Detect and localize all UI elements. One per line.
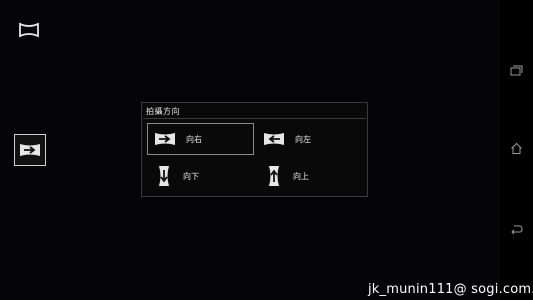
dialog-title: 拍攝方向 <box>146 107 180 116</box>
option-right-label: 向右 <box>186 134 202 144</box>
panorama-icon <box>19 22 39 38</box>
option-up[interactable]: 向上 <box>257 160 364 192</box>
panorama-mode-button[interactable] <box>18 22 40 38</box>
sweep-up-icon <box>269 166 279 186</box>
back-icon <box>511 225 523 235</box>
option-down[interactable]: 向下 <box>147 160 254 192</box>
system-navigation-bar <box>500 0 533 300</box>
sweep-direction-button[interactable] <box>14 134 46 166</box>
title-divider <box>143 118 366 119</box>
option-left[interactable]: 向左 <box>257 123 364 155</box>
option-left-label: 向左 <box>295 134 311 144</box>
shooting-direction-dialog: 拍攝方向 向右 向左 向下 向上 <box>141 102 368 197</box>
back-button[interactable] <box>510 223 523 236</box>
watermark-text: jk_munin111@ sogi.com.tw <box>368 282 533 297</box>
arrow-right-icon <box>20 144 40 156</box>
sweep-right-icon <box>155 133 175 145</box>
sweep-left-icon <box>264 133 284 145</box>
recent-apps-button[interactable] <box>510 64 523 77</box>
option-down-label: 向下 <box>183 171 199 181</box>
recent-apps-icon <box>510 65 523 76</box>
option-right[interactable]: 向右 <box>147 123 254 155</box>
option-up-label: 向上 <box>293 171 309 181</box>
home-icon <box>511 142 522 154</box>
sweep-down-icon <box>159 166 169 186</box>
home-button[interactable] <box>510 142 523 155</box>
